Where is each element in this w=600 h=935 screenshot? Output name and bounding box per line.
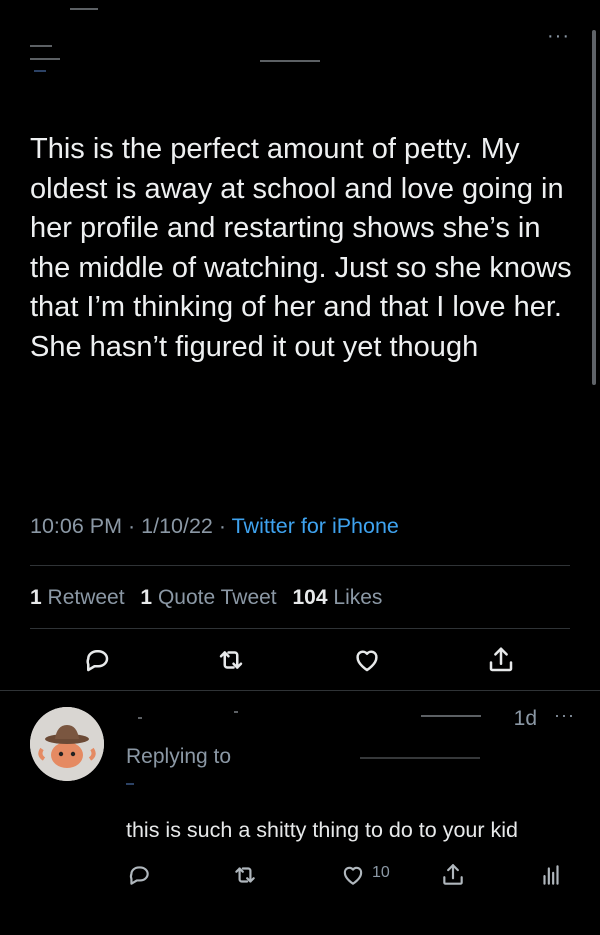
meta-separator: · (122, 514, 142, 538)
analytics-icon[interactable] (538, 862, 564, 888)
replying-to: Replying to (126, 745, 231, 769)
share-icon[interactable] (440, 862, 466, 888)
tweet-stats: 1 Retweet 1 Quote Tweet 104 Likes (30, 586, 382, 610)
like-icon[interactable] (340, 862, 366, 888)
likes-stat[interactable]: 104 Likes (293, 586, 383, 609)
tweet-text: This is the perfect amount of petty. My … (30, 133, 572, 363)
retweet-icon[interactable] (216, 645, 246, 675)
share-icon[interactable] (486, 645, 516, 675)
divider (30, 565, 570, 566)
tweet-date: 1/10/22 (141, 514, 213, 538)
redacted-handle (421, 715, 481, 717)
more-options-icon[interactable]: ··· (547, 26, 570, 46)
retweets-stat[interactable]: 1 Retweet (30, 586, 125, 609)
reply-time: 1d (513, 707, 537, 730)
reply-action-bar: 10 (0, 862, 600, 890)
retweet-icon[interactable] (232, 862, 258, 888)
avatar[interactable] (30, 707, 104, 781)
tweet-time: 10:06 PM (30, 514, 123, 538)
divider (30, 628, 570, 629)
quotes-stat[interactable]: 1 Quote Tweet (140, 586, 276, 609)
likes-label: Likes (333, 586, 383, 609)
quotes-label: Quote Tweet (157, 586, 277, 609)
reply-icon[interactable] (82, 645, 112, 675)
more-options-icon[interactable]: ··· (554, 705, 575, 726)
tweet-meta: 10:06 PM · 1/10/22 · Twitter for iPhone (30, 514, 399, 539)
retweets-label: Retweet (47, 586, 125, 609)
reply-icon[interactable] (126, 862, 152, 888)
divider (0, 690, 600, 691)
scrollbar[interactable] (592, 30, 596, 385)
likes-count: 104 (292, 586, 328, 609)
reply-header: 1d ··· (126, 705, 575, 730)
reply-like-count: 10 (372, 864, 390, 881)
tweet-source-link[interactable]: Twitter for iPhone (232, 514, 399, 538)
like-icon[interactable] (352, 645, 382, 675)
reply-text: this is such a shitty thing to do to you… (126, 818, 518, 842)
redacted-name (138, 717, 142, 719)
meta-separator: · (212, 514, 232, 538)
tweet-action-bar (0, 645, 600, 681)
retweets-count: 1 (30, 586, 42, 609)
redacted-mention (126, 783, 134, 785)
replying-to-label: Replying to (126, 745, 232, 768)
redacted-author-header (30, 0, 330, 90)
quotes-count: 1 (140, 586, 153, 609)
